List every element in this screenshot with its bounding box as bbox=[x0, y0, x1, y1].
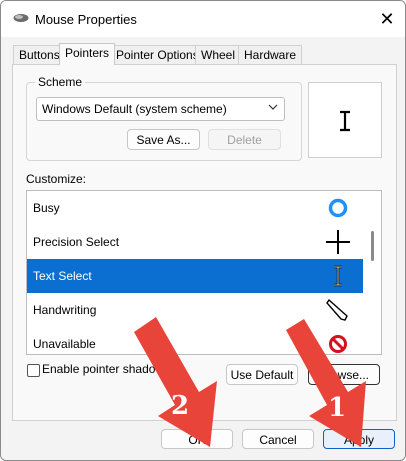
pointers-panel: Scheme Windows Default (system scheme) S… bbox=[12, 64, 397, 421]
list-item-busy[interactable]: Busy bbox=[27, 191, 363, 225]
tab-wheel[interactable]: Wheel bbox=[195, 45, 242, 64]
pointer-shadow-label: Enable pointer shadow bbox=[42, 362, 165, 376]
tab-buttons[interactable]: Buttons bbox=[13, 45, 66, 64]
tab-pointers[interactable]: Pointers bbox=[59, 43, 116, 65]
list-item-label: Handwriting bbox=[33, 303, 97, 317]
text-beam-preview-icon bbox=[340, 110, 350, 132]
scheme-label: Scheme bbox=[35, 75, 86, 89]
scheme-selected-value: Windows Default (system scheme) bbox=[42, 102, 227, 116]
list-item-handwriting[interactable]: Handwriting bbox=[27, 293, 363, 327]
list-item-precision-select[interactable]: Precision Select bbox=[27, 225, 363, 259]
mouse-properties-window: Mouse Properties ✕ Buttons Pointers Poin… bbox=[0, 0, 406, 461]
tab-pointer-options[interactable]: Pointer Options bbox=[110, 45, 205, 64]
busy-ring-icon bbox=[328, 198, 348, 218]
ok-button[interactable]: OK bbox=[161, 429, 233, 449]
customize-label: Customize: bbox=[26, 172, 87, 186]
cursor-list: Busy Precision Select Text Select Handwr… bbox=[26, 190, 382, 355]
delete-button[interactable]: Delete bbox=[208, 129, 281, 150]
mouse-app-icon bbox=[13, 14, 29, 22]
browse-button[interactable]: Browse... bbox=[308, 364, 380, 385]
use-default-button[interactable]: Use Default bbox=[226, 364, 298, 385]
list-scrollbar[interactable] bbox=[364, 191, 381, 354]
list-item-label: Busy bbox=[33, 201, 60, 215]
tab-hardware[interactable]: Hardware bbox=[238, 45, 303, 64]
window-title: Mouse Properties bbox=[35, 12, 137, 27]
list-item-label: Precision Select bbox=[33, 235, 120, 249]
scheme-group: Scheme Windows Default (system scheme) S… bbox=[26, 75, 302, 161]
cancel-button[interactable]: Cancel bbox=[242, 429, 314, 449]
text-beam-icon bbox=[334, 265, 342, 287]
apply-button[interactable]: Apply bbox=[323, 429, 395, 449]
title-bar: Mouse Properties ✕ bbox=[1, 1, 405, 37]
close-icon: ✕ bbox=[379, 9, 395, 29]
list-item-text-select[interactable]: Text Select bbox=[27, 259, 363, 293]
list-item-label: Text Select bbox=[33, 269, 92, 283]
scroll-thumb[interactable] bbox=[371, 231, 374, 261]
pen-icon bbox=[326, 298, 348, 321]
crosshair-icon bbox=[326, 230, 350, 254]
save-as-button[interactable]: Save As... bbox=[127, 129, 200, 150]
chevron-down-icon bbox=[268, 104, 278, 110]
list-item-label: Unavailable bbox=[33, 337, 96, 351]
unavailable-icon bbox=[329, 335, 347, 353]
pointer-shadow-checkbox[interactable] bbox=[27, 364, 40, 377]
close-button[interactable]: ✕ bbox=[373, 5, 401, 33]
list-item-unavailable[interactable]: Unavailable bbox=[27, 327, 363, 354]
cursor-preview bbox=[308, 82, 382, 158]
scheme-dropdown[interactable]: Windows Default (system scheme) bbox=[36, 97, 285, 121]
